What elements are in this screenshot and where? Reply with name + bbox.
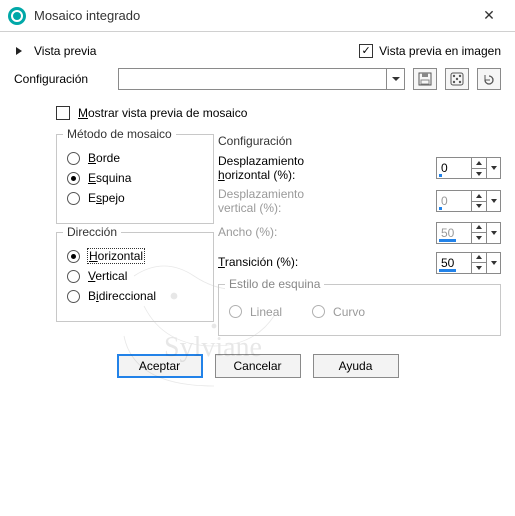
- radio-espejo-label: Espejo: [88, 191, 125, 205]
- spin-menu-icon[interactable]: [487, 252, 501, 274]
- method-fieldset: Método de mosaico Borde Esquina Espejo: [56, 134, 214, 224]
- radio-vertical[interactable]: Vertical: [67, 269, 203, 283]
- radio-icon: [67, 172, 80, 185]
- corner-style-legend: Estilo de esquina: [225, 277, 324, 291]
- dice-icon: [450, 72, 464, 86]
- triangle-right-icon: [16, 47, 22, 55]
- spin-up-icon[interactable]: [472, 158, 486, 169]
- help-button[interactable]: Ayuda: [313, 354, 399, 378]
- radio-lineal-label: Lineal: [250, 305, 282, 319]
- preview-toggle[interactable]: Vista previa: [16, 44, 96, 58]
- config-combo[interactable]: [118, 68, 405, 90]
- radio-vertical-label: Vertical: [88, 269, 127, 283]
- spin-up-icon: [472, 191, 486, 202]
- radio-esquina[interactable]: Esquina: [67, 171, 203, 185]
- config-label: Configuración: [14, 72, 110, 86]
- reset-preset-button[interactable]: [477, 68, 501, 90]
- radio-icon: [67, 152, 80, 165]
- radio-bidireccional-label: Bidireccional: [88, 289, 156, 303]
- random-preset-button[interactable]: [445, 68, 469, 90]
- close-button[interactable]: ✕: [469, 0, 509, 32]
- transition-spin[interactable]: 50: [436, 252, 501, 274]
- spin-menu-icon: [487, 190, 501, 212]
- chevron-down-icon[interactable]: [386, 69, 404, 89]
- radio-curvo-label: Curvo: [333, 305, 365, 319]
- h-offset-label: Desplazamientohorizontal (%):: [218, 154, 304, 183]
- direction-legend: Dirección: [63, 225, 121, 239]
- spin-up-icon: [472, 223, 486, 234]
- params-legend: Configuración: [218, 134, 501, 148]
- corner-style-fieldset: Estilo de esquina Lineal Curvo: [218, 284, 501, 336]
- radio-esquina-label: Esquina: [88, 171, 131, 185]
- radio-borde[interactable]: Borde: [67, 151, 203, 165]
- v-offset-label: Desplazamientovertical (%):: [218, 187, 304, 216]
- h-offset-value: 0: [441, 162, 467, 174]
- h-offset-spin[interactable]: 0: [436, 157, 501, 179]
- spin-down-icon[interactable]: [472, 263, 486, 273]
- radio-borde-label: Borde: [88, 151, 120, 165]
- spin-menu-icon: [487, 222, 501, 244]
- radio-icon: [67, 290, 80, 303]
- preview-on-image-label: Vista previa en imagen: [379, 44, 501, 58]
- method-legend: Método de mosaico: [63, 127, 176, 141]
- cancel-button[interactable]: Cancelar: [215, 354, 301, 378]
- spin-down-icon[interactable]: [472, 169, 486, 179]
- width-value: 50: [441, 227, 467, 239]
- preview-on-image-checkbox[interactable]: Vista previa en imagen: [359, 44, 501, 58]
- title-bar: Mosaico integrado ✕: [0, 0, 515, 32]
- reset-icon: [482, 72, 496, 86]
- transition-value: 50: [441, 257, 467, 269]
- v-offset-value: 0: [441, 195, 467, 207]
- spin-up-icon[interactable]: [472, 253, 486, 264]
- window-title: Mosaico integrado: [34, 8, 469, 23]
- preview-toggle-label: Vista previa: [34, 44, 96, 58]
- app-icon: [8, 7, 26, 25]
- width-spin: 50: [436, 222, 501, 244]
- transition-label: Transición (%):: [218, 255, 298, 269]
- radio-icon: [229, 305, 242, 318]
- ok-button[interactable]: Aceptar: [117, 354, 203, 378]
- spin-down-icon: [472, 202, 486, 212]
- checkbox-icon: [359, 44, 373, 58]
- radio-horizontal-label: Horizontal: [88, 249, 144, 263]
- radio-icon: [312, 305, 325, 318]
- v-offset-spin: 0: [436, 190, 501, 212]
- radio-espejo[interactable]: Espejo: [67, 191, 203, 205]
- radio-lineal: Lineal: [229, 305, 282, 319]
- direction-fieldset: Dirección Horizontal Vertical Bidireccio…: [56, 232, 214, 322]
- radio-icon: [67, 270, 80, 283]
- spin-down-icon: [472, 233, 486, 243]
- show-mosaic-preview-checkbox[interactable]: Mostrar vista previa de mosaico: [56, 106, 501, 120]
- spin-menu-icon[interactable]: [487, 157, 501, 179]
- show-mosaic-preview-label: Mostrar vista previa de mosaico: [78, 106, 247, 120]
- radio-bidireccional[interactable]: Bidireccional: [67, 289, 203, 303]
- radio-icon: [67, 250, 80, 263]
- checkbox-icon: [56, 106, 70, 120]
- width-label: Ancho (%):: [218, 225, 277, 239]
- radio-icon: [67, 192, 80, 205]
- radio-horizontal[interactable]: Horizontal: [67, 249, 203, 263]
- save-preset-button[interactable]: [413, 68, 437, 90]
- radio-curvo: Curvo: [312, 305, 365, 319]
- floppy-icon: [418, 72, 432, 86]
